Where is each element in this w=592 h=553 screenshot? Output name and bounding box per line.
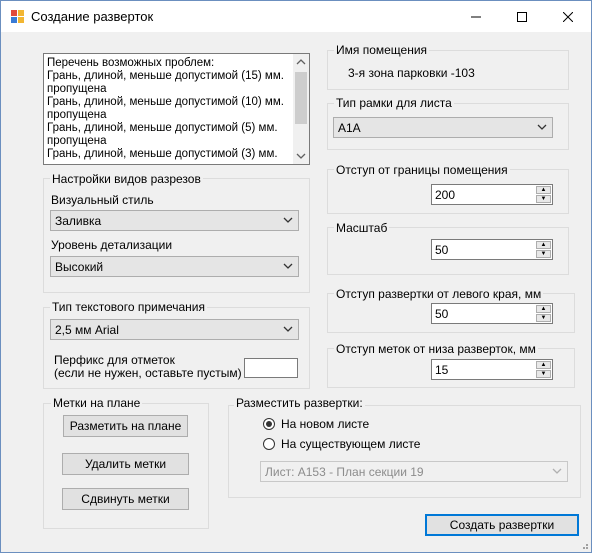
- scroll-thumb[interactable]: [295, 72, 307, 124]
- room-name-label: Имя помещения: [334, 43, 430, 57]
- prefix-hint: (если не нужен, оставьте пустым): [54, 366, 242, 380]
- text-note-label: Тип текстового примечания: [50, 300, 207, 314]
- minimize-icon: [471, 16, 481, 18]
- minimize-button[interactable]: [453, 1, 499, 32]
- frame-type-value: А1А: [338, 121, 361, 135]
- spin-down-icon[interactable]: ▼: [536, 314, 551, 322]
- bottom-offset-value: 15: [435, 363, 449, 377]
- spin-up-icon[interactable]: ▲: [536, 186, 551, 194]
- app-icon: [11, 10, 24, 23]
- problem-line: Грань, длиной, меньше допустимой (10) мм…: [47, 96, 284, 108]
- spin-down-icon[interactable]: ▼: [536, 370, 551, 378]
- left-offset-spinner[interactable]: ▲ ▼: [536, 305, 551, 322]
- scale-value: 50: [435, 243, 449, 257]
- new-sheet-radio[interactable]: [263, 418, 275, 430]
- existing-sheet-label[interactable]: На существующем листе: [281, 437, 420, 451]
- problems-listbox[interactable]: Перечень возможных проблем: Грань, длино…: [43, 53, 310, 165]
- scroll-down-icon[interactable]: [296, 152, 306, 160]
- maximize-button[interactable]: [499, 1, 545, 32]
- resize-grip-icon[interactable]: [579, 540, 589, 550]
- new-sheet-label[interactable]: На новом листе: [281, 417, 369, 431]
- scale-spinner[interactable]: ▲ ▼: [536, 241, 551, 258]
- title-bar: Создание разверток: [1, 1, 591, 32]
- left-offset-value: 50: [435, 307, 449, 321]
- frame-type-label: Тип рамки для листа: [334, 96, 454, 110]
- vertical-scrollbar[interactable]: [293, 54, 309, 164]
- chevron-down-icon: [283, 326, 293, 332]
- offset-value: 200: [435, 188, 456, 202]
- visual-style-value: Заливка: [55, 214, 102, 228]
- window-title: Создание разверток: [31, 9, 154, 24]
- visual-style-select[interactable]: Заливка: [50, 210, 299, 231]
- room-name-value: 3-я зона парковки -103: [348, 66, 475, 80]
- radio-selected-dot: [266, 421, 272, 427]
- text-note-value: 2,5 мм Arial: [55, 323, 119, 337]
- problem-line: Перечень возможных проблем:: [47, 57, 215, 69]
- problem-line: Грань, длиной, меньше допустимой (5) мм.: [47, 122, 278, 134]
- spin-up-icon[interactable]: ▲: [536, 305, 551, 313]
- bottom-offset-input[interactable]: 15 ▲ ▼: [431, 359, 553, 380]
- delete-marks-button[interactable]: Удалить метки: [62, 453, 189, 475]
- views-settings-label: Настройки видов разрезов: [50, 172, 203, 186]
- problem-line: пропущена: [47, 83, 107, 95]
- close-button[interactable]: [545, 1, 591, 32]
- prefix-input[interactable]: [244, 358, 298, 378]
- dialog-window: Создание разверток Перечень возможных пр…: [0, 0, 592, 553]
- chevron-down-icon: [552, 468, 562, 474]
- offset-spinner[interactable]: ▲ ▼: [536, 186, 551, 203]
- place-marks-button[interactable]: Разметить на плане: [63, 415, 188, 437]
- scale-input[interactable]: 50 ▲ ▼: [431, 239, 553, 260]
- detail-level-label: Уровень детализации: [51, 238, 173, 252]
- scale-label: Масштаб: [334, 221, 390, 235]
- chevron-down-icon: [537, 124, 547, 130]
- placement-label: Разместить развертки:: [234, 396, 365, 410]
- scroll-up-icon[interactable]: [296, 58, 306, 66]
- chevron-down-icon: [283, 217, 293, 223]
- spin-down-icon[interactable]: ▼: [536, 250, 551, 258]
- offset-label: Отступ от границы помещения: [334, 163, 510, 177]
- close-icon: [562, 11, 574, 23]
- detail-level-value: Высокий: [55, 260, 104, 274]
- shift-marks-button[interactable]: Сдвинуть метки: [62, 488, 189, 510]
- sheet-value: Лист: А153 - План секции 19: [265, 465, 424, 479]
- bottom-offset-label: Отступ меток от низа разверток, мм: [334, 342, 538, 356]
- existing-sheet-radio[interactable]: [263, 438, 275, 450]
- spin-up-icon[interactable]: ▲: [536, 361, 551, 369]
- frame-type-select[interactable]: А1А: [333, 117, 553, 138]
- offset-input[interactable]: 200 ▲ ▼: [431, 184, 553, 205]
- problem-line: Грань, длиной, меньше допустимой (3) мм.: [47, 148, 278, 160]
- problem-line: пропущена: [47, 109, 107, 121]
- chevron-down-icon: [283, 263, 293, 269]
- text-note-select[interactable]: 2,5 мм Arial: [50, 319, 299, 340]
- problem-line: Грань, длиной, меньше допустимой (15) мм…: [47, 70, 284, 82]
- detail-level-select[interactable]: Высокий: [50, 256, 299, 277]
- bottom-offset-spinner[interactable]: ▲ ▼: [536, 361, 551, 378]
- create-button[interactable]: Создать развертки: [425, 514, 579, 536]
- visual-style-label: Визуальный стиль: [51, 193, 154, 207]
- prefix-label: Перфикс для отметок: [54, 353, 175, 367]
- sheet-select[interactable]: Лист: А153 - План секции 19: [260, 461, 568, 482]
- left-offset-label: Отступ развертки от левого края, мм: [334, 287, 544, 301]
- spin-down-icon[interactable]: ▼: [536, 195, 551, 203]
- problem-line: пропущена: [47, 135, 107, 147]
- left-offset-input[interactable]: 50 ▲ ▼: [431, 303, 553, 324]
- marks-group-label: Метки на плане: [51, 396, 143, 410]
- spin-up-icon[interactable]: ▲: [536, 241, 551, 249]
- maximize-icon: [517, 12, 527, 23]
